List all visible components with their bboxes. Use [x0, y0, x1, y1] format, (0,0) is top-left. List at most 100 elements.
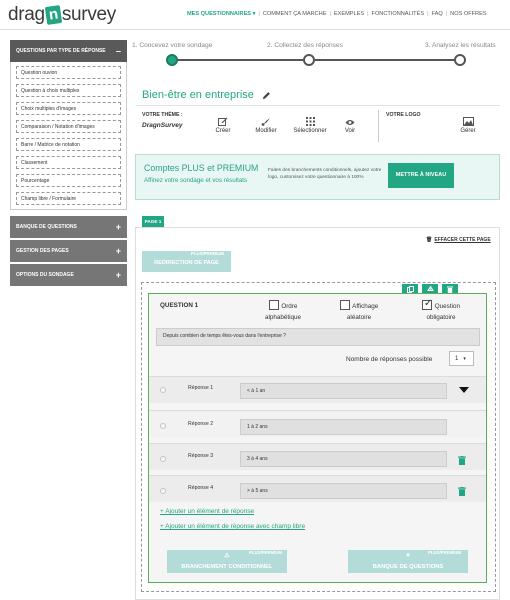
- redirect-label: REDIRECTION DE PAGE: [154, 259, 219, 266]
- add-answer-free-link[interactable]: + Ajouter un élément de réponse avec cha…: [160, 523, 305, 530]
- step-3-dot[interactable]: [454, 54, 466, 66]
- question-text-input[interactable]: Depuis combien de temps êtes-vous dans l…: [156, 328, 480, 346]
- nav-nos-offres[interactable]: NOS OFFRES: [447, 11, 489, 17]
- option-alphabetical[interactable]: Ordre alphabétique: [259, 300, 307, 323]
- plus-premium-badge: PLUS/PREMIUM: [191, 251, 224, 256]
- logo-manage-label: Gérer: [460, 128, 476, 134]
- answer-label: Réponse 3: [188, 453, 214, 459]
- nav-fonctionnalites[interactable]: FONCTIONNALITÉS: [369, 11, 428, 17]
- sidebar-section-questions-type[interactable]: QUESTIONS PAR TYPE DE RÉPONSE –: [10, 40, 127, 62]
- question-label: QUESTION 1: [160, 302, 199, 309]
- image-icon: [462, 117, 474, 126]
- add-answer-link[interactable]: + Ajouter un élément de réponse: [160, 508, 254, 515]
- survey-title[interactable]: Bien-être en entreprise: [142, 89, 271, 101]
- sidebar-section-banque[interactable]: BANQUE DE QUESTIONS +: [10, 216, 127, 238]
- warning-icon: ⚠: [224, 553, 230, 559]
- answer-label: Réponse 4: [188, 485, 214, 491]
- sidebar-section-label: GESTION DES PAGES: [16, 248, 69, 254]
- sidebar: QUESTIONS PAR TYPE DE RÉPONSE – Question…: [10, 40, 127, 286]
- alphabetical-checkbox[interactable]: [268, 300, 279, 311]
- step-1-dot[interactable]: [166, 54, 178, 66]
- question-type-item[interactable]: Classement: [16, 156, 121, 169]
- sidebar-section-label: BANQUE DE QUESTIONS: [16, 224, 77, 230]
- answer-label: Réponse 2: [188, 421, 214, 427]
- theme-modify-label: Modifier: [255, 128, 277, 134]
- answer-input[interactable]: < à 1 an: [240, 383, 447, 399]
- question-type-item[interactable]: Barre / Matrice de notation: [16, 138, 121, 151]
- step-1-label[interactable]: 1. Concevez votre sondage: [132, 42, 212, 49]
- response-count-select[interactable]: 1 ▾: [449, 351, 474, 366]
- theme-panel: VOTRE THÈME : DragnSurvey Créer Modifier…: [138, 110, 500, 146]
- sidebar-section-options[interactable]: OPTIONS DU SONDAGE +: [10, 264, 127, 286]
- theme-modify-button[interactable]: Modifier: [244, 112, 288, 137]
- answer-label: Réponse 1: [188, 385, 214, 391]
- answer-input[interactable]: 3 à 4 ans: [240, 451, 447, 467]
- question-type-item[interactable]: Champ libre / Formulaire: [16, 192, 121, 205]
- upgrade-title: Comptes PLUS et PREMIUM: [144, 163, 259, 173]
- nav-comment-ca-marche[interactable]: COMMENT ÇA MARCHE: [260, 11, 330, 17]
- clear-page-label: EFFACER CETTE PAGE: [434, 237, 491, 243]
- step-3-label[interactable]: 3. Analysez les résultats: [425, 42, 496, 49]
- upgrade-description: Faites des branchements conditionnels, a…: [268, 168, 382, 180]
- question-type-list: Question ouvion Question à choix multipl…: [10, 62, 127, 210]
- logo[interactable]: drag n survey: [8, 4, 116, 26]
- divider: [378, 110, 379, 142]
- option-random-label: Affichage aléatoire: [346, 303, 379, 321]
- answer-radio[interactable]: [160, 423, 166, 429]
- expand-icon: +: [115, 246, 121, 256]
- answer-input[interactable]: 1 à 2 ans: [240, 419, 447, 435]
- upgrade-button[interactable]: METTRE À NIVEAU: [388, 163, 454, 188]
- question-type-item[interactable]: Pourcentage: [16, 174, 121, 187]
- eye-icon: [345, 120, 355, 125]
- theme-select-label: Sélectionner: [293, 128, 327, 134]
- trash-icon: 🗑: [426, 237, 433, 243]
- upgrade-subtitle: Affinez votre sondage et vos résultats: [144, 177, 248, 184]
- sidebar-section-pages[interactable]: GESTION DES PAGES +: [10, 240, 127, 262]
- response-count-label: Nombre de réponses possible: [346, 356, 433, 363]
- theme-create-button[interactable]: Créer: [201, 112, 245, 137]
- nav-mes-questionnaires[interactable]: MES QUESTIONNAIRES ▾: [184, 11, 258, 17]
- question-type-item[interactable]: Choix multiples d'images: [16, 102, 121, 115]
- response-count-value: 1: [455, 355, 459, 362]
- edit-icon: [218, 117, 228, 126]
- logo-manage-button[interactable]: Gérer: [446, 112, 490, 137]
- theme-view-button[interactable]: Voir: [328, 112, 372, 137]
- question-type-item[interactable]: Question ouvion: [16, 66, 121, 79]
- required-checkbox[interactable]: [422, 298, 432, 311]
- top-nav: MES QUESTIONNAIRES ▾ | COMMENT ÇA MARCHE |…: [184, 11, 490, 17]
- question-type-item[interactable]: Question à choix multiples: [16, 84, 121, 97]
- answer-input[interactable]: > à 5 ans: [240, 483, 447, 499]
- option-required[interactable]: Question obligatoire: [417, 298, 465, 323]
- random-checkbox[interactable]: [339, 300, 350, 311]
- trash-icon[interactable]: [458, 487, 466, 496]
- logo-text-right: survey: [61, 4, 116, 25]
- logo-text-left: drag: [8, 4, 45, 25]
- nav-faq[interactable]: FAQ: [429, 11, 446, 17]
- step-2-dot[interactable]: [303, 54, 315, 66]
- option-random[interactable]: Affichage aléatoire: [335, 300, 383, 323]
- tab-page-1[interactable]: PAGE 1: [142, 216, 164, 227]
- branching-label: BRANCHEMENT CONDITIONNEL: [181, 564, 273, 570]
- step-2-label[interactable]: 2. Collectez des réponses: [267, 42, 343, 49]
- expand-icon: +: [115, 222, 121, 232]
- bank-label: BANQUE DE QUESTIONS: [372, 564, 444, 570]
- grid-icon: [305, 117, 315, 126]
- caret-down-icon[interactable]: [459, 387, 469, 393]
- answer-radio[interactable]: [160, 387, 166, 393]
- upgrade-banner: Comptes PLUS et PREMIUM Affinez votre so…: [135, 154, 500, 200]
- logo-label: VOTRE LOGO: [386, 112, 421, 118]
- trash-icon[interactable]: [458, 456, 466, 465]
- answer-radio[interactable]: [160, 456, 166, 462]
- question-type-item[interactable]: Comparaison / Notation d'images: [16, 120, 121, 133]
- logo-n-badge: n: [44, 5, 63, 25]
- clear-page-link[interactable]: 🗑 EFFACER CETTE PAGE: [426, 237, 491, 243]
- recycle-icon: [426, 285, 434, 291]
- pencil-icon[interactable]: [262, 91, 271, 100]
- answer-radio[interactable]: [160, 488, 166, 494]
- theme-label: VOTRE THÈME :: [142, 112, 183, 118]
- theme-select-button[interactable]: Sélectionner: [288, 112, 332, 137]
- nav-exemples[interactable]: EXEMPLES: [331, 11, 367, 17]
- expand-icon: +: [115, 270, 121, 280]
- copy-icon: [406, 285, 414, 293]
- survey-title-text: Bien-être en entreprise: [142, 89, 254, 101]
